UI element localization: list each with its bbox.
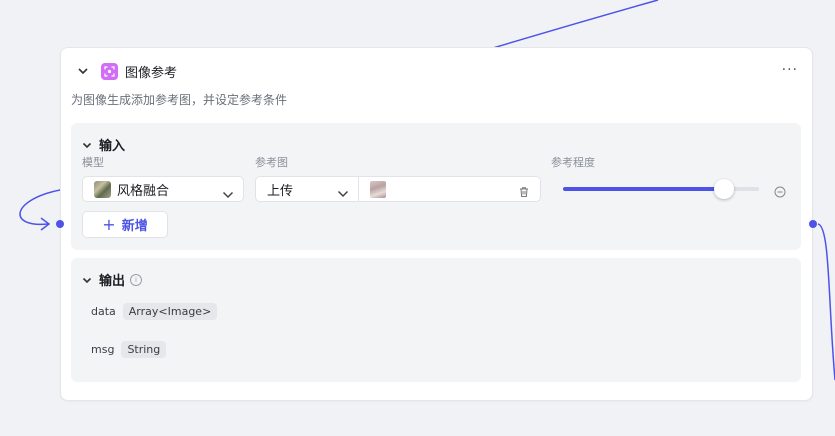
chevron-down-icon [337,184,349,203]
output-field-type-badge: String [121,341,167,358]
uploaded-image-thumbnail [370,180,386,198]
input-collapse-chevron-icon[interactable] [81,139,93,151]
image-reference-icon [101,62,118,80]
output-field-row: msg String [91,341,167,358]
more-options-icon[interactable]: ··· [782,62,798,78]
output-field-type-badge: Array<Image> [122,303,218,320]
node-header: 图像参考 [77,62,178,81]
output-field-name: data [91,305,116,318]
incoming-edge-left [19,189,61,226]
image-reference-node[interactable]: 图像参考 ··· 为图像生成添加参考图，并设定参考条件 输入 模型 参考图 参考… [56,47,817,401]
model-column-label: 模型 [82,156,104,169]
trash-icon[interactable] [518,183,530,202]
node-description: 为图像生成添加参考图，并设定参考条件 [71,93,288,107]
output-field-row: data Array<Image> [91,303,218,320]
model-select-value: 风格融合 [117,183,170,199]
source-select-value: 上传 [267,183,294,199]
outgoing-edge-right [817,223,835,381]
slider-fill [563,187,724,191]
model-select[interactable]: 风格融合 [82,176,244,202]
reference-strength-slider[interactable] [563,179,759,199]
reference-image-input[interactable]: 上传 [255,176,541,202]
input-section: 输入 模型 参考图 参考程度 风格融合 上传 + 新增 [71,123,801,250]
output-section: 输出 i data Array<Image> msg String [71,258,801,382]
input-section-title: 输入 [99,139,126,154]
add-reference-label: 新增 [121,219,148,234]
plus-icon: + [102,214,116,234]
slider-handle[interactable] [713,179,734,199]
reference-image-column-label: 参考图 [255,156,288,169]
output-section-title: 输出 [99,274,126,289]
workflow-canvas: 图像参考 ··· 为图像生成添加参考图，并设定参考条件 输入 模型 参考图 参考… [0,0,835,436]
output-collapse-chevron-icon[interactable] [81,274,93,286]
model-thumbnail [94,180,111,198]
output-section-header[interactable]: 输出 i [81,270,143,289]
reference-strength-column-label: 参考程度 [551,156,595,169]
uploaded-image[interactable] [358,177,386,201]
source-select[interactable]: 上传 [256,177,359,201]
chevron-down-icon [222,185,234,204]
output-port[interactable] [809,220,817,228]
add-reference-button[interactable]: + 新增 [82,211,168,238]
collapse-chevron-icon[interactable] [77,65,89,77]
input-port[interactable] [56,220,64,228]
incoming-edge-top [492,0,659,49]
incoming-edge-arrow [40,217,51,231]
input-section-header[interactable]: 输入 [81,135,125,154]
node-title: 图像参考 [125,65,178,81]
output-field-name: msg [91,343,115,356]
remove-row-icon[interactable] [774,183,786,202]
info-icon[interactable]: i [130,273,143,286]
